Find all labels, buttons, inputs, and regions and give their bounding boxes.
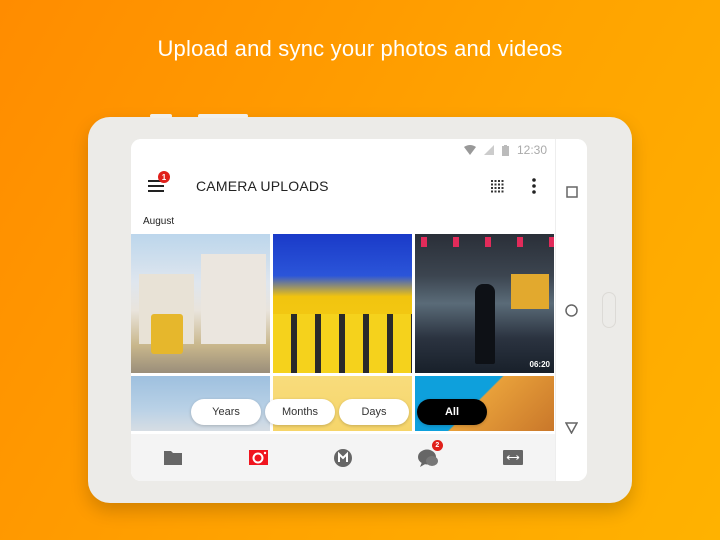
toolbar: 1 CAMERA UPLOADS: [131, 169, 555, 203]
photo-thumbnail[interactable]: 06:20: [415, 234, 554, 373]
headline: Upload and sync your photos and videos: [157, 36, 563, 61]
mega-icon: [333, 448, 352, 467]
page-title: CAMERA UPLOADS: [196, 178, 329, 194]
building-shape: [201, 254, 266, 344]
bottom-navigation: 2: [131, 434, 555, 481]
tablet-home-button: [602, 292, 616, 328]
filter-days[interactable]: Days: [339, 399, 409, 425]
home-circle-icon[interactable]: [565, 304, 578, 317]
menu-badge: 1: [158, 171, 170, 183]
grid-view-button[interactable]: [491, 180, 504, 198]
person-shape: [475, 284, 495, 364]
app-content: 12:30 1 CAMERA UPLOADS August 06:20 Year…: [131, 139, 555, 481]
clock: 12:30: [516, 143, 547, 157]
filter-all[interactable]: All: [417, 399, 487, 425]
battery-icon: [501, 144, 509, 156]
back-icon[interactable]: [565, 422, 578, 434]
device-screen: 12:30 1 CAMERA UPLOADS August 06:20 Year…: [131, 139, 587, 481]
system-navigation-bar: [555, 139, 587, 481]
transfers-icon: [502, 450, 523, 465]
recents-icon[interactable]: [566, 186, 578, 198]
filter-months[interactable]: Months: [265, 399, 335, 425]
folder-icon: [164, 451, 183, 465]
camera-icon: [248, 450, 268, 465]
status-bar: 12:30: [463, 143, 547, 157]
signal-icon: [483, 145, 494, 155]
view-filter-bar: Years Months Days All: [191, 399, 487, 425]
nav-home[interactable]: [332, 448, 354, 468]
chat-badge: 2: [431, 439, 443, 451]
gate-signals: [415, 237, 554, 247]
train-shape: [511, 274, 549, 309]
photo-thumbnail[interactable]: [273, 234, 412, 373]
video-duration: 06:20: [529, 360, 550, 369]
wifi-icon: [463, 145, 476, 155]
filter-years[interactable]: Years: [191, 399, 261, 425]
tablet-button: [198, 114, 248, 118]
chat-icon: [417, 449, 438, 467]
nav-camera-uploads[interactable]: [247, 448, 269, 468]
tram-shape: [151, 314, 183, 354]
grid-view-icon: [491, 180, 504, 193]
nav-transfers[interactable]: [502, 448, 524, 468]
more-vert-icon: [532, 178, 536, 194]
photo-thumbnail[interactable]: [131, 234, 270, 373]
tablet-button: [150, 114, 172, 118]
arches-shape: [273, 314, 412, 373]
section-label: August: [143, 216, 175, 227]
nav-cloud-drive[interactable]: [162, 448, 184, 468]
more-options-button[interactable]: [532, 178, 536, 199]
menu-button[interactable]: 1: [148, 171, 170, 197]
nav-chat[interactable]: 2: [417, 439, 443, 468]
